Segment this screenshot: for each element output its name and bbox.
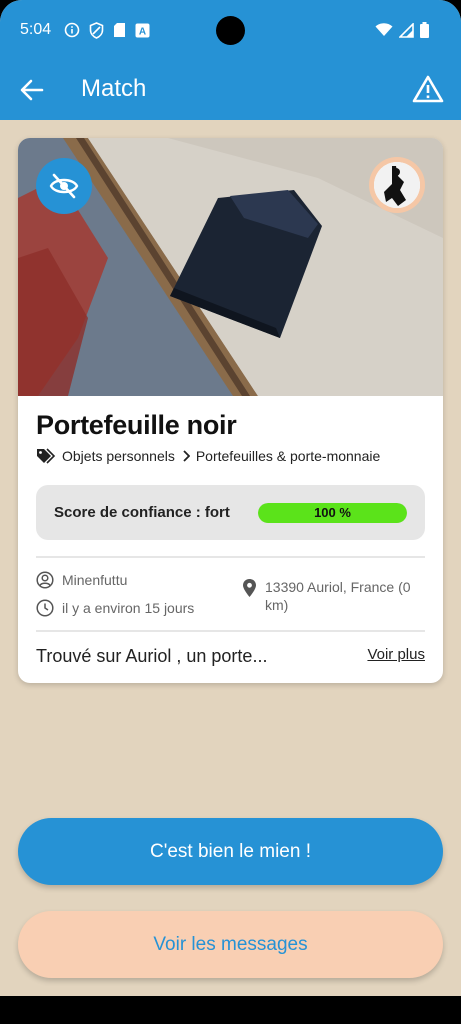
shield-icon — [89, 21, 104, 39]
item-title: Portefeuille noir — [36, 410, 237, 440]
eye-off-icon — [49, 173, 79, 199]
status-bar-right — [375, 18, 429, 42]
confidence-bar: 100 % — [258, 503, 407, 523]
tags-icon — [37, 448, 56, 464]
warning-icon — [412, 75, 444, 103]
divider — [36, 556, 425, 558]
confidence-score-box: Score de confiance : fort 100 % — [36, 485, 425, 540]
category-label: Objets personnels — [62, 448, 175, 464]
clock-icon — [36, 599, 54, 617]
back-button[interactable] — [16, 74, 48, 106]
item-description: Trouvé sur Auriol , un porte... — [36, 646, 268, 666]
confirm-ownership-button[interactable]: C'est bien le mien ! — [18, 818, 443, 885]
arrow-left-icon — [20, 79, 44, 101]
match-card: Portefeuille noir Objets personnels Port… — [18, 138, 443, 683]
signal-icon — [399, 22, 414, 38]
finder-user: Minenfuttu — [36, 571, 127, 589]
page-title: Match — [81, 75, 147, 102]
confidence-value: 100 % — [314, 505, 351, 520]
status-bar-left: 5:04 A — [20, 18, 150, 42]
user-circle-icon — [36, 571, 54, 589]
camera-cutout — [216, 16, 245, 45]
app-screen: 5:04 A Match Portefeuille noir Objets pe… — [0, 0, 461, 1024]
user-avatar[interactable] — [369, 157, 425, 213]
battery-icon — [420, 22, 429, 38]
keyboard-a-icon: A — [135, 23, 150, 37]
confidence-label: Score de confiance : fort — [54, 504, 230, 521]
app-bar: 5:04 A Match — [0, 0, 461, 120]
location-text: 13390 Auriol, France (0 km) — [265, 579, 411, 613]
view-messages-button[interactable]: Voir les messages — [18, 911, 443, 978]
status-time: 5:04 — [20, 21, 52, 38]
category-breadcrumb: Objets personnels Portefeuilles & porte-… — [36, 448, 380, 464]
subcategory-label: Portefeuilles & porte-monnaie — [195, 448, 381, 464]
info-icon — [64, 22, 80, 38]
sd-card-icon — [114, 23, 126, 37]
time-ago: il y a environ 15 jours — [62, 600, 195, 616]
avatar-image — [374, 162, 420, 208]
finder-username: Minenfuttu — [62, 572, 128, 588]
svg-text:A: A — [139, 26, 146, 37]
found-time: il y a environ 15 jours — [36, 599, 194, 617]
wifi-icon — [375, 23, 393, 36]
found-location: 13390 Auriol, France (0 km) — [242, 578, 422, 614]
report-button[interactable] — [408, 70, 448, 108]
see-more-link[interactable]: Voir plus — [367, 646, 425, 663]
hide-match-button[interactable] — [36, 158, 92, 214]
divider — [36, 630, 425, 632]
chevron-right-icon — [182, 450, 190, 462]
system-nav-bar — [0, 996, 461, 1024]
map-pin-icon — [242, 578, 257, 598]
